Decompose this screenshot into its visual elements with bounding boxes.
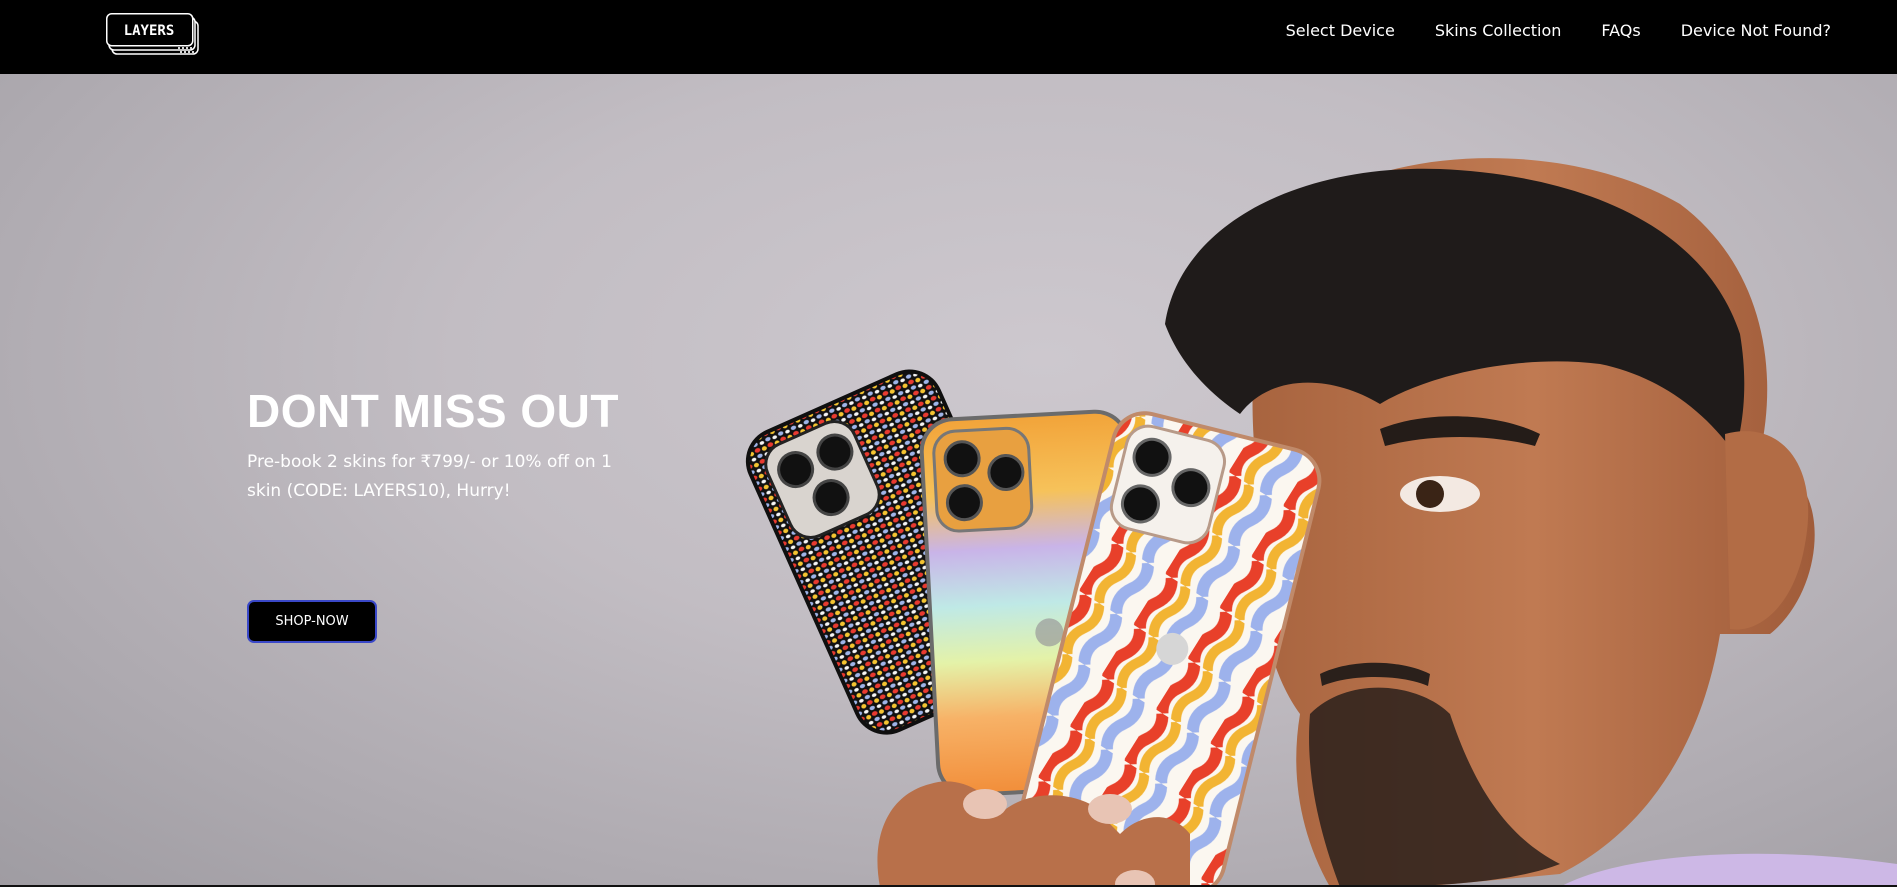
- main-nav: Select Device Skins Collection FAQs Devi…: [1286, 0, 1831, 60]
- hero-copy: DONT MISS OUT Pre-book 2 skins for ₹799/…: [247, 388, 707, 506]
- hero-title: DONT MISS OUT: [247, 385, 619, 437]
- shop-now-button[interactable]: SHOP-NOW: [247, 600, 377, 643]
- hero-banner: DONT MISS OUT Pre-book 2 skins for ₹799/…: [0, 74, 1897, 887]
- layers-logo-icon: LAYERS: [106, 13, 199, 55]
- layers-logo[interactable]: LAYERS: [106, 13, 199, 57]
- nav-faqs[interactable]: FAQs: [1601, 21, 1640, 40]
- top-navbar: LAYERS Select Device Skins Collection FA…: [0, 0, 1897, 74]
- nav-select-device[interactable]: Select Device: [1286, 21, 1395, 40]
- hero-subtitle: Pre-book 2 skins for ₹799/- or 10% off o…: [247, 452, 612, 501]
- nav-device-not-found[interactable]: Device Not Found?: [1681, 21, 1831, 40]
- nav-skins-collection[interactable]: Skins Collection: [1435, 21, 1562, 40]
- svg-text:LAYERS: LAYERS: [124, 23, 175, 39]
